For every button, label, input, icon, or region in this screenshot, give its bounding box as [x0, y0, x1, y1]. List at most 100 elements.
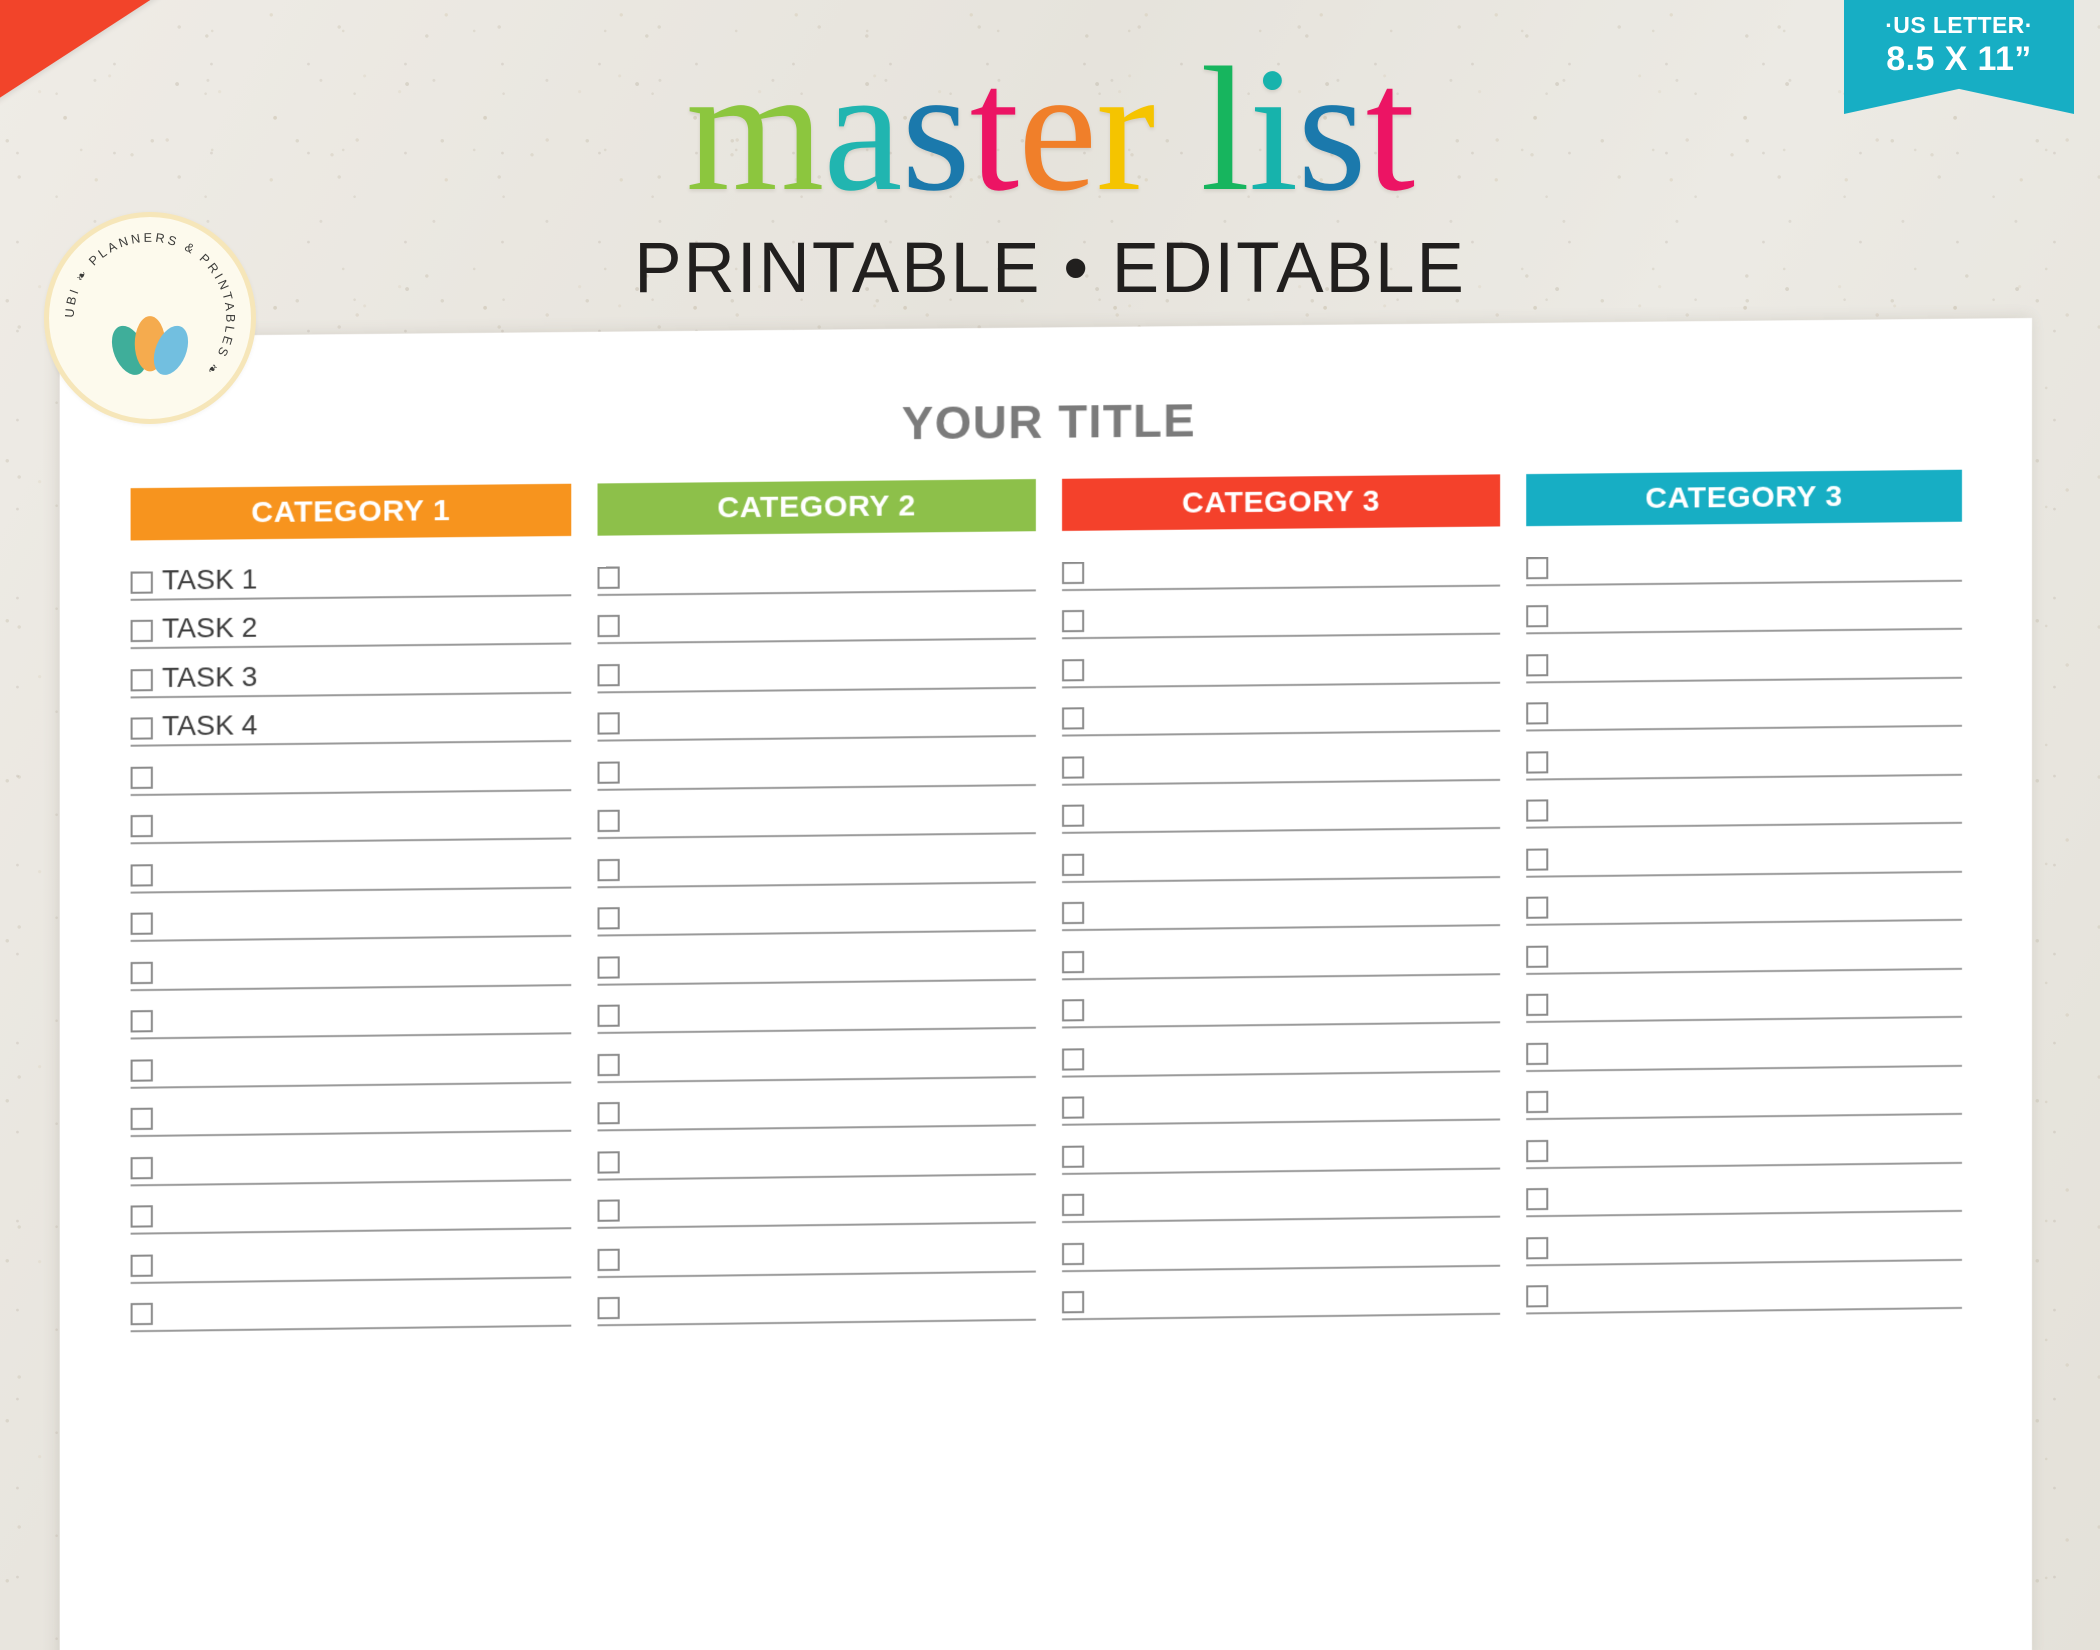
task-row[interactable]: [130, 936, 571, 991]
task-row[interactable]: [597, 1077, 1036, 1132]
checkbox-icon[interactable]: [1062, 1242, 1085, 1265]
checkbox-icon[interactable]: [130, 1254, 153, 1277]
task-row[interactable]: [1525, 775, 1962, 829]
task-label[interactable]: TASK 2: [162, 612, 258, 644]
category-header-4[interactable]: CATEGORY 3: [1525, 469, 1962, 527]
task-row[interactable]: [1525, 1017, 1962, 1072]
checkbox-icon[interactable]: [130, 717, 153, 740]
task-row[interactable]: [1062, 780, 1500, 834]
task-row[interactable]: [1525, 823, 1962, 878]
checkbox-icon[interactable]: [1525, 993, 1548, 1016]
task-row[interactable]: [597, 882, 1036, 937]
checkbox-icon[interactable]: [597, 858, 620, 881]
task-row[interactable]: [597, 834, 1036, 888]
task-row[interactable]: [1525, 872, 1962, 926]
task-row[interactable]: [597, 590, 1036, 645]
checkbox-icon[interactable]: [130, 570, 153, 594]
task-label[interactable]: TASK 1: [162, 563, 258, 595]
task-row[interactable]: [1525, 532, 1962, 586]
task-row[interactable]: [1062, 1169, 1500, 1224]
task-row[interactable]: [597, 1126, 1036, 1181]
task-row[interactable]: [130, 1034, 571, 1089]
task-row[interactable]: [130, 1180, 571, 1235]
task-row[interactable]: TASK 3: [130, 644, 571, 698]
task-row[interactable]: [597, 1223, 1036, 1278]
task-row[interactable]: [1062, 634, 1500, 688]
checkbox-icon[interactable]: [1062, 1047, 1085, 1071]
checkbox-icon[interactable]: [130, 619, 153, 643]
checkbox-icon[interactable]: [1525, 605, 1548, 628]
task-row[interactable]: [1062, 1023, 1500, 1078]
checkbox-icon[interactable]: [1062, 901, 1085, 925]
task-row[interactable]: [1525, 1211, 1962, 1266]
checkbox-icon[interactable]: [1062, 950, 1085, 973]
task-row[interactable]: [1062, 537, 1500, 591]
task-row[interactable]: [1525, 1260, 1962, 1315]
checkbox-icon[interactable]: [130, 1156, 153, 1179]
checkbox-icon[interactable]: [597, 809, 620, 833]
task-row[interactable]: [597, 931, 1036, 986]
checkbox-icon[interactable]: [1062, 999, 1085, 1022]
checkbox-icon[interactable]: [1062, 853, 1085, 876]
task-row[interactable]: [597, 785, 1036, 840]
task-row[interactable]: [597, 542, 1036, 596]
checkbox-icon[interactable]: [597, 566, 620, 589]
checkbox-icon[interactable]: [130, 814, 153, 838]
checkbox-icon[interactable]: [1525, 1236, 1548, 1259]
checkbox-icon[interactable]: [1062, 1096, 1085, 1119]
task-row[interactable]: TASK 2: [130, 595, 571, 650]
checkbox-icon[interactable]: [597, 614, 620, 638]
checkbox-icon[interactable]: [1062, 1193, 1085, 1217]
task-row[interactable]: [597, 1174, 1036, 1229]
checkbox-icon[interactable]: [1062, 609, 1085, 633]
task-row[interactable]: [1062, 731, 1500, 786]
checkbox-icon[interactable]: [597, 955, 620, 979]
checkbox-icon[interactable]: [597, 1248, 620, 1271]
task-row[interactable]: [597, 688, 1036, 742]
task-row[interactable]: [1062, 586, 1500, 640]
checkbox-icon[interactable]: [1062, 707, 1085, 730]
task-row[interactable]: [1062, 1120, 1500, 1175]
task-row[interactable]: [130, 839, 571, 894]
task-row[interactable]: [1525, 581, 1962, 635]
checkbox-icon[interactable]: [130, 668, 153, 691]
task-row[interactable]: [597, 736, 1036, 791]
checkbox-icon[interactable]: [1062, 561, 1085, 584]
task-row[interactable]: [130, 888, 571, 942]
task-row[interactable]: [1525, 629, 1962, 683]
task-row[interactable]: [1062, 926, 1500, 980]
task-row[interactable]: [1525, 1114, 1962, 1169]
task-label[interactable]: TASK 3: [162, 660, 258, 692]
checkbox-icon[interactable]: [597, 907, 620, 930]
task-row[interactable]: [130, 1083, 571, 1138]
checkbox-icon[interactable]: [597, 1199, 620, 1222]
checkbox-icon[interactable]: [1525, 799, 1548, 822]
checkbox-icon[interactable]: [597, 712, 620, 735]
checkbox-icon[interactable]: [1525, 702, 1548, 725]
task-row[interactable]: [1062, 877, 1500, 932]
checkbox-icon[interactable]: [130, 766, 153, 789]
checkbox-icon[interactable]: [1062, 658, 1085, 681]
category-header-3[interactable]: CATEGORY 3: [1062, 474, 1500, 531]
checkbox-icon[interactable]: [597, 663, 620, 686]
checkbox-icon[interactable]: [1525, 653, 1548, 676]
task-row[interactable]: [1525, 1163, 1962, 1218]
task-row[interactable]: [1525, 1066, 1962, 1121]
task-row[interactable]: [1062, 1071, 1500, 1126]
task-row[interactable]: [1062, 1266, 1500, 1321]
checkbox-icon[interactable]: [1525, 945, 1548, 968]
task-row[interactable]: [597, 1028, 1036, 1083]
checkbox-icon[interactable]: [597, 1053, 620, 1076]
task-row[interactable]: [597, 1272, 1036, 1327]
checkbox-icon[interactable]: [130, 1058, 153, 1082]
checkbox-icon[interactable]: [130, 1205, 153, 1228]
task-row[interactable]: [1062, 683, 1500, 737]
category-header-1[interactable]: CATEGORY 1: [130, 483, 571, 541]
task-row[interactable]: [1525, 678, 1962, 732]
task-row[interactable]: [1525, 726, 1962, 781]
task-row[interactable]: [130, 1131, 571, 1186]
checkbox-icon[interactable]: [1525, 896, 1548, 919]
checkbox-icon[interactable]: [130, 1010, 153, 1033]
checkbox-icon[interactable]: [130, 863, 153, 887]
checkbox-icon[interactable]: [1062, 755, 1085, 779]
